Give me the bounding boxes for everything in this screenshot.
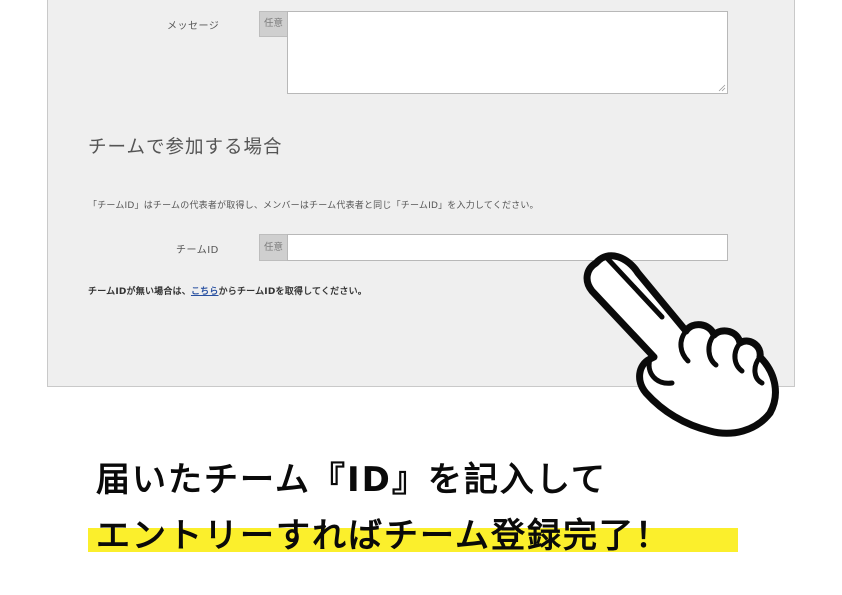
caption-line-2-wrap: エントリーすればチーム登録完了！: [88, 508, 738, 556]
get-team-id-link[interactable]: こちら: [191, 287, 219, 297]
message-optional-tag: 任意: [259, 11, 287, 37]
team-id-optional-tag: 任意: [259, 234, 287, 261]
caption-line-1: 届いたチーム『ID』を記入して: [96, 460, 607, 500]
message-textarea[interactable]: [287, 11, 728, 94]
message-label: メッセージ: [167, 21, 220, 32]
help-text-before: チームIDが無い場合は、: [88, 287, 191, 297]
page: メッセージ 任意 チームで参加する場合 「チームID」はチームの代表者が取得し、…: [0, 0, 842, 595]
team-id-label: チームID: [176, 245, 219, 256]
team-section-note: 「チームID」はチームの代表者が取得し、メンバーはチーム代表者と同じ「チームID…: [88, 201, 539, 211]
caption-line-2: エントリーすればチーム登録完了！: [96, 516, 671, 556]
pointing-hand-icon: [583, 252, 779, 437]
resize-grip-icon[interactable]: [718, 84, 726, 92]
team-id-help-text: チームIDが無い場合は、こちらからチームIDを取得してください。: [88, 284, 367, 297]
help-text-after: からチームIDを取得してください。: [218, 287, 367, 297]
team-section-heading: チームで参加する場合: [88, 137, 283, 158]
